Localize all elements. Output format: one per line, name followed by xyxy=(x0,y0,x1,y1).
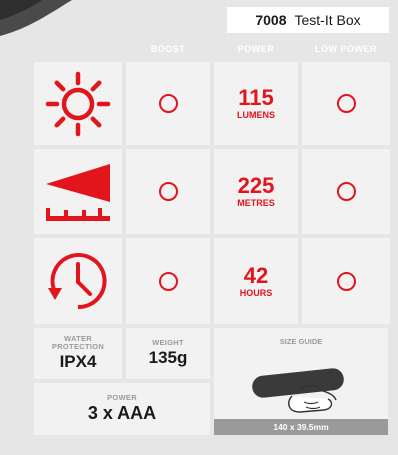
beam-distance-icon-cell xyxy=(34,149,122,234)
power-value: 3 x AAA xyxy=(87,403,157,424)
power-metres-cell: 225 METRES xyxy=(214,149,298,234)
low-power-hours-cell xyxy=(302,238,390,324)
boost-hours-cell xyxy=(126,238,210,324)
circle-icon xyxy=(158,271,178,291)
column-header-power: POWER xyxy=(237,44,275,54)
product-code: 7008 xyxy=(255,12,287,28)
weight-spec: WEIGHT 135g xyxy=(126,328,210,379)
water-protection-value: IPX4 xyxy=(59,352,97,372)
size-guide-panel: SIZE GUIDE 140 x 39.5mm xyxy=(214,328,388,435)
boost-metres-cell xyxy=(126,149,210,234)
hours-unit: HOURS xyxy=(239,287,273,298)
hours-value: 42 xyxy=(243,262,269,288)
weight-label: WEIGHT xyxy=(152,337,184,347)
power-lumens-cell: 115 LUMENS xyxy=(214,62,298,145)
circle-icon xyxy=(336,271,356,291)
sun-icon xyxy=(45,71,111,136)
low-power-metres-cell xyxy=(302,149,390,234)
clock-icon xyxy=(48,253,107,310)
sun-icon-cell xyxy=(34,62,122,145)
circle-icon xyxy=(158,182,178,201)
power-spec: POWER 3 x AAA xyxy=(34,383,210,435)
weight-value: 135g xyxy=(148,348,188,368)
hand-holding-torch-icon xyxy=(252,368,344,413)
circle-icon xyxy=(336,94,356,113)
water-label-line2: PROTECTION xyxy=(51,341,105,351)
clock-icon-cell xyxy=(34,238,122,324)
low-power-lumens-cell xyxy=(302,62,390,145)
metres-unit: METRES xyxy=(237,198,275,208)
column-header-low-power: LOW POWER xyxy=(315,44,377,54)
beam-distance-icon xyxy=(46,163,110,221)
water-protection-spec: WATER PROTECTION IPX4 xyxy=(34,328,122,379)
lumens-value: 115 xyxy=(238,85,274,110)
circle-icon xyxy=(336,182,356,201)
product-label: 7008 Test-It Box xyxy=(227,7,389,33)
circle-icon xyxy=(158,94,178,113)
lumens-unit: LUMENS xyxy=(237,110,275,120)
size-guide-dimensions: 140 x 39.5mm xyxy=(214,419,388,435)
metres-value: 225 xyxy=(237,173,275,198)
power-label: POWER xyxy=(107,392,137,402)
size-guide-label: SIZE GUIDE xyxy=(279,337,323,346)
power-hours-cell: 42 HOURS xyxy=(214,238,298,324)
boost-lumens-cell xyxy=(126,62,210,145)
column-header-boost: BOOST xyxy=(150,44,186,54)
product-name: Test-It Box xyxy=(294,12,361,28)
